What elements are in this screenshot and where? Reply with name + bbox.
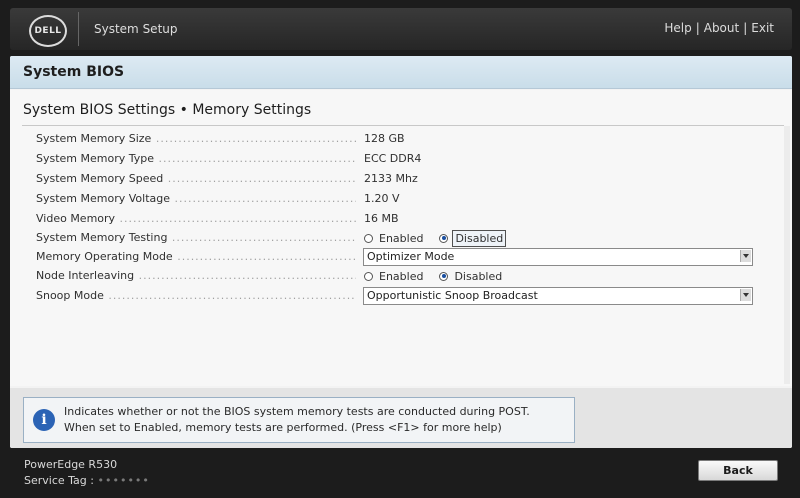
radio-empty-icon (364, 271, 373, 281)
snoop-mode-select[interactable]: Opportunistic Snoop Broadcast (363, 287, 753, 305)
setting-label: Node Interleaving (36, 269, 356, 282)
dell-logo: DELL (29, 15, 67, 47)
setting-value: 16 MB (364, 212, 399, 225)
setting-label: System Memory Type (36, 152, 356, 165)
setting-label: System Memory Voltage (36, 192, 356, 205)
service-tag-value: ••••••• (97, 474, 150, 487)
setting-row-memory-voltage: System Memory Voltage 1.20 V (36, 190, 764, 208)
dropdown-arrow-icon[interactable] (740, 289, 751, 301)
radio-label: Enabled (379, 269, 424, 283)
back-button[interactable]: Back (698, 460, 778, 481)
about-link[interactable]: About (704, 21, 739, 35)
service-tag: Service Tag : ••••••• (24, 474, 150, 487)
radio-empty-icon (364, 233, 373, 243)
setting-value: 2133 Mhz (364, 172, 418, 185)
system-model: PowerEdge R530 (24, 458, 118, 471)
exit-link[interactable]: Exit (751, 21, 774, 35)
setting-label: System Memory Testing (36, 231, 356, 244)
footer: PowerEdge R530 Service Tag : ••••••• Bac… (10, 454, 792, 490)
radio-label: Disabled (452, 229, 507, 247)
help-text: Indicates whether or not the BIOS system… (64, 404, 530, 436)
app-title: System Setup (94, 22, 178, 36)
setting-value: ECC DDR4 (364, 152, 422, 165)
info-icon: i (33, 409, 55, 431)
link-separator: | (695, 21, 700, 35)
panel-title: System BIOS (23, 64, 125, 80)
section-divider (22, 125, 784, 126)
radio-selected-icon (439, 271, 449, 281)
setting-value: 1.20 V (364, 192, 400, 205)
settings-content: System BIOS Settings • Memory Settings S… (10, 90, 792, 386)
dropdown-arrow-icon[interactable] (740, 250, 751, 262)
setting-row-memory-testing: System Memory Testing Enabled Disabled (36, 229, 764, 247)
scrollbar[interactable] (784, 126, 790, 384)
logo-divider (78, 12, 79, 46)
setting-label: System Memory Speed (36, 172, 356, 185)
help-line-1: Indicates whether or not the BIOS system… (64, 405, 530, 418)
setting-row-node-interleaving: Node Interleaving Enabled Disabled (36, 267, 764, 285)
top-links: Help | About | Exit (664, 21, 774, 35)
section-title: System BIOS Settings • Memory Settings (23, 102, 312, 118)
help-link[interactable]: Help (664, 21, 691, 35)
setting-value: 128 GB (364, 132, 405, 145)
setting-row-memory-type: System Memory Type ECC DDR4 (36, 150, 764, 168)
help-box: i Indicates whether or not the BIOS syst… (23, 397, 575, 443)
setting-row-operating-mode: Memory Operating Mode Optimizer Mode (36, 248, 764, 266)
main-panel: System BIOS System BIOS Settings • Memor… (10, 56, 792, 448)
logo-text: DELL (34, 26, 62, 36)
node-interleaving-enabled-radio[interactable]: Enabled (364, 267, 425, 285)
setting-row-video-memory: Video Memory 16 MB (36, 210, 764, 228)
setting-row-memory-size: System Memory Size 128 GB (36, 130, 764, 148)
setting-label: Snoop Mode (36, 289, 356, 302)
setting-label: System Memory Size (36, 132, 356, 145)
node-interleaving-disabled-radio[interactable]: Disabled (439, 267, 504, 285)
memory-testing-disabled-radio[interactable]: Disabled (439, 229, 507, 247)
link-separator: | (743, 21, 748, 35)
radio-label: Disabled (454, 269, 503, 283)
memory-testing-enabled-radio[interactable]: Enabled (364, 229, 425, 247)
setting-label: Video Memory (36, 212, 356, 225)
top-bar: DELL System Setup Help | About | Exit (10, 8, 792, 50)
select-value: Optimizer Mode (367, 250, 455, 263)
operating-mode-select[interactable]: Optimizer Mode (363, 248, 753, 266)
panel-header: System BIOS (10, 56, 792, 89)
setting-label: Memory Operating Mode (36, 250, 356, 263)
radio-label: Enabled (379, 231, 424, 245)
help-area: i Indicates whether or not the BIOS syst… (10, 388, 792, 448)
select-value: Opportunistic Snoop Broadcast (367, 289, 538, 302)
service-tag-label: Service Tag : (24, 474, 94, 487)
memory-testing-radio-group: Enabled Disabled (364, 229, 507, 247)
setting-row-memory-speed: System Memory Speed 2133 Mhz (36, 170, 764, 188)
help-line-2: When set to Enabled, memory tests are pe… (64, 421, 502, 434)
node-interleaving-radio-group: Enabled Disabled (364, 267, 504, 285)
radio-selected-icon (439, 233, 449, 243)
setting-row-snoop-mode: Snoop Mode Opportunistic Snoop Broadcast (36, 287, 764, 305)
